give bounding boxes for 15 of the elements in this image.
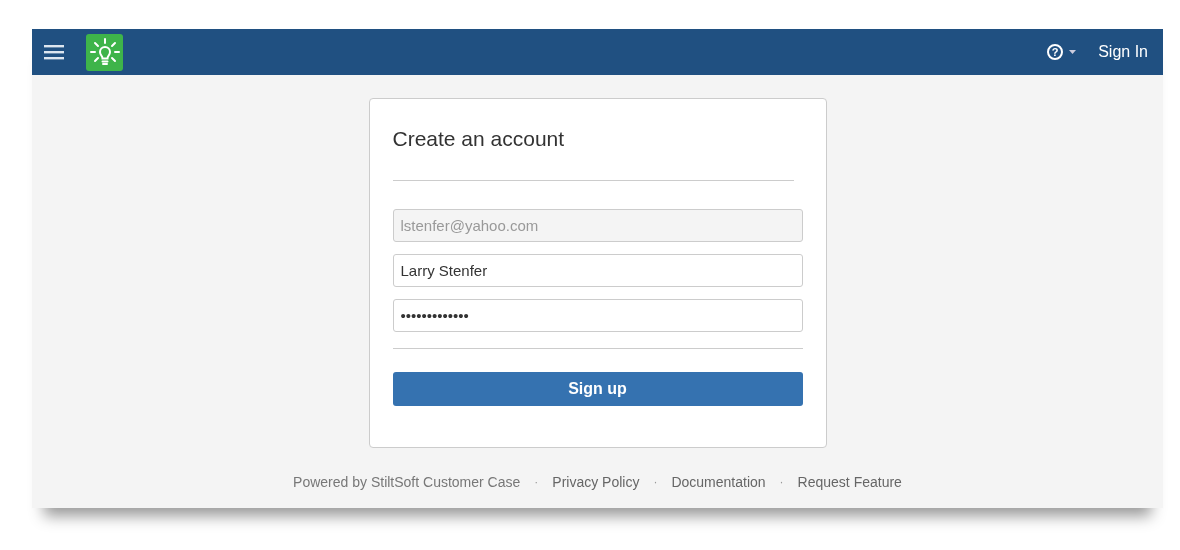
separator: · (534, 475, 539, 489)
footer-link[interactable]: Request Feature (797, 474, 902, 490)
form-title: Create an account (392, 127, 566, 152)
footer-link[interactable]: Privacy Policy (552, 474, 640, 490)
footer-link[interactable]: Documentation (671, 474, 766, 490)
powered-by-text: Powered by StiltSoft Customer Case (293, 474, 521, 490)
name-field[interactable]: Larry Stenfer (392, 254, 803, 287)
separator: · (653, 475, 658, 489)
sign-in-link[interactable]: Sign In (1098, 43, 1148, 61)
password-field[interactable]: ••••••••••••• (392, 299, 803, 332)
caret-icon (1069, 50, 1077, 54)
separator: · (779, 475, 784, 489)
lightbulb-logo-icon[interactable] (86, 33, 123, 71)
sign-up-button[interactable]: Sign up (392, 372, 803, 406)
menu-icon[interactable] (44, 44, 64, 60)
